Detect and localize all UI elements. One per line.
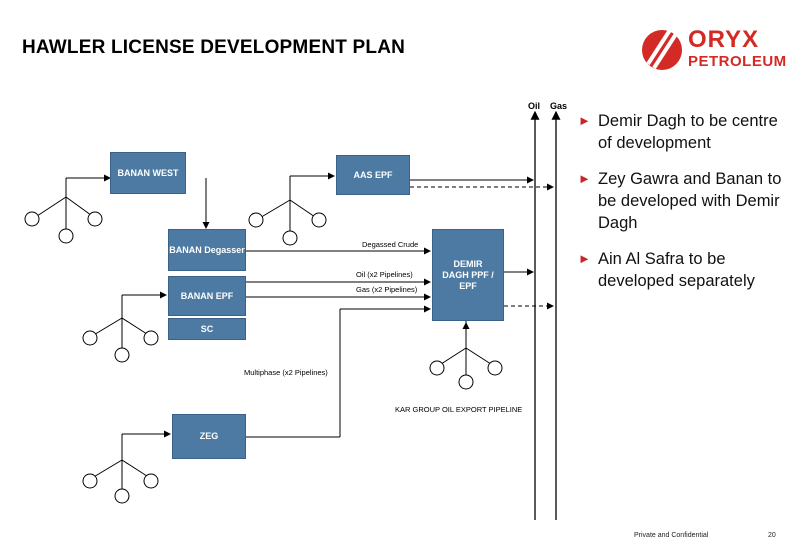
oil-label: Oil xyxy=(528,101,541,111)
zeg-box: ZEG xyxy=(172,414,246,459)
bullet-item: ► Zey Gawra and Banan to be developed wit… xyxy=(578,170,782,232)
degassed-crude-label: Degassed Crude xyxy=(362,240,419,249)
banan-epf-box: BANAN EPF xyxy=(168,276,246,316)
gas-label: Gas xyxy=(550,101,568,111)
banan-west-box: BANAN WEST xyxy=(110,152,186,194)
well-cluster-banan-west xyxy=(24,178,103,244)
sc-box: SC xyxy=(168,318,246,340)
bullet-arrow-icon: ► xyxy=(578,251,591,266)
bullet-list: ► Demir Dagh to be centre of development … xyxy=(578,110,788,306)
confidential-footer: Private and Confidential xyxy=(634,532,709,539)
well-cluster-zeg xyxy=(82,434,159,504)
demir-dagh-box: DEMIR DAGH PPF / EPF xyxy=(432,229,504,321)
well-cluster-aas xyxy=(248,176,327,246)
bullet-arrow-icon: ► xyxy=(578,113,591,128)
kar-pipeline-label: KAR GROUP OIL EXPORT PIPELINE xyxy=(395,405,523,414)
bullet-item: ► Ain Al Safra to be developed separately xyxy=(578,250,755,290)
well-cluster-banan xyxy=(82,295,159,363)
bullet-arrow-icon: ► xyxy=(578,171,591,186)
bullet-item: ► Demir Dagh to be centre of development xyxy=(578,112,778,152)
page-number: 20 xyxy=(768,532,776,539)
oil-pipelines-label: Oil (x2 Pipelines) xyxy=(356,270,413,279)
multiphase-label: Multiphase (x2 Pipelines) xyxy=(244,368,328,377)
banan-degasser-box: BANAN Degasser xyxy=(168,229,246,271)
aas-epf-box: AAS EPF xyxy=(336,155,410,195)
gas-pipelines-label: Gas (x2 Pipelines) xyxy=(356,285,418,294)
